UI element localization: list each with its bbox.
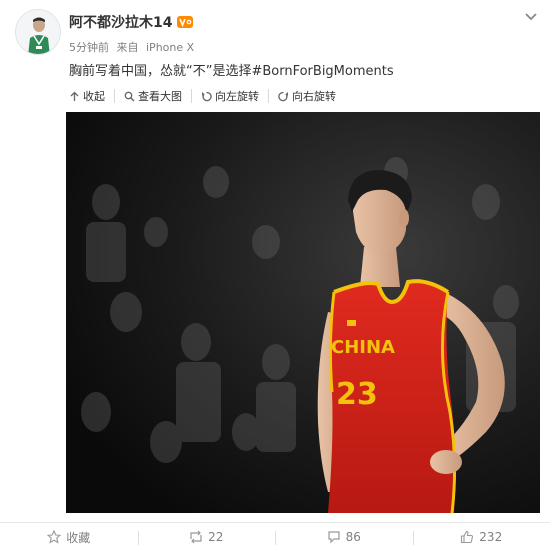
avatar-image xyxy=(16,10,60,54)
favorite-button[interactable]: 收藏 xyxy=(0,523,138,551)
search-icon xyxy=(124,91,135,101)
repost-button[interactable]: 22 xyxy=(137,523,276,551)
rotate-left-icon xyxy=(202,91,212,101)
source-device[interactable]: iPhone X xyxy=(146,41,194,54)
repost-icon xyxy=(190,530,202,544)
collapse-button[interactable]: 收起 xyxy=(69,89,114,103)
post-time[interactable]: 5分钟前 xyxy=(69,41,109,54)
source-prefix: 来自 xyxy=(116,41,139,54)
like-button[interactable]: 232 xyxy=(412,523,550,551)
star-icon xyxy=(47,530,62,544)
weibo-post-card: 阿不都沙拉木14 5分钟前 来自 iPhone X 胸前写着中国，怂就“不”是选… xyxy=(0,0,550,551)
rotate-left-button[interactable]: 向左旋转 xyxy=(191,89,268,103)
jersey-number: 23 xyxy=(336,377,378,412)
rotate-right-label: 向右旋转 xyxy=(292,90,336,103)
rotate-right-button[interactable]: 向右旋转 xyxy=(268,89,345,103)
username-row: 阿不都沙拉木14 xyxy=(69,12,194,32)
collapse-icon xyxy=(70,91,79,101)
comment-count: 86 xyxy=(345,530,361,544)
comment-button[interactable]: 86 xyxy=(275,523,413,551)
username[interactable]: 阿不都沙拉木14 xyxy=(69,12,172,32)
chevron-down-icon[interactable] xyxy=(524,12,538,22)
action-bar: 收藏 22 86 232 xyxy=(0,522,550,551)
post-photo[interactable]: CHINA 23 xyxy=(66,112,540,513)
favorite-label: 收藏 xyxy=(66,530,91,545)
view-large-label: 查看大图 xyxy=(138,90,182,103)
avatar[interactable] xyxy=(15,9,61,55)
post-meta: 5分钟前 来自 iPhone X xyxy=(69,39,198,55)
rotate-right-icon xyxy=(278,91,288,101)
repost-count: 22 xyxy=(208,530,224,544)
image-toolbar: 收起 查看大图 向左旋转 向右旋转 xyxy=(69,89,543,105)
basketball-player-photo: CHINA 23 xyxy=(66,112,540,513)
rotate-left-label: 向左旋转 xyxy=(215,90,259,103)
post-text: 胸前写着中国，怂就“不”是选择#BornForBigMoments xyxy=(69,64,394,79)
view-large-button[interactable]: 查看大图 xyxy=(114,89,191,103)
vip-icon[interactable] xyxy=(176,15,194,29)
thumbs-up-icon xyxy=(461,530,474,544)
like-count: 232 xyxy=(479,530,503,544)
collapse-label: 收起 xyxy=(83,90,105,103)
jersey-text: CHINA xyxy=(331,337,395,358)
comment-icon xyxy=(328,531,340,544)
